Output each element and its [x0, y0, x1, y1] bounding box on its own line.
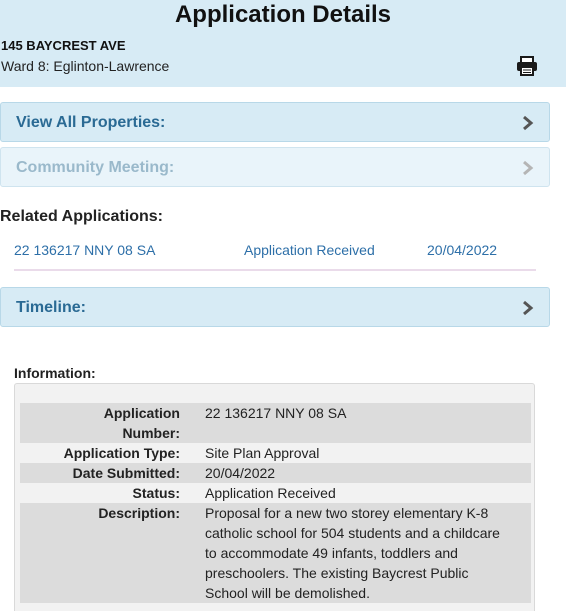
- page-title: Application Details: [174, 1, 392, 28]
- related-application-row: 22 136217 NNY 08 SA Application Received…: [14, 241, 536, 271]
- chevron-right-icon: [523, 160, 534, 176]
- info-value: 22 136217 NNY 08 SA: [180, 403, 531, 443]
- view-all-properties-label: View All Properties:: [16, 114, 166, 131]
- info-value: Site Plan Approval: [180, 443, 531, 463]
- community-meeting-accordion[interactable]: Community Meeting:: [0, 147, 550, 187]
- timeline-accordion[interactable]: Timeline:: [0, 287, 550, 327]
- page-header: Application Details 145 BAYCREST AVE War…: [0, 0, 566, 87]
- info-value: 20/04/2022: [180, 463, 531, 483]
- timeline-label: Timeline:: [16, 299, 86, 316]
- info-row-application-number: Application Number: 22 136217 NNY 08 SA: [20, 403, 531, 443]
- info-row-date-submitted: Date Submitted: 20/04/2022: [20, 463, 531, 483]
- info-value: Application Received: [180, 483, 531, 503]
- related-applications-heading: Related Applications:: [0, 208, 163, 225]
- info-row-application-type: Application Type: Site Plan Approval: [20, 443, 531, 463]
- info-label: Description:: [20, 503, 180, 603]
- info-row-description: Description: Proposal for a new two stor…: [20, 503, 531, 603]
- info-label: Application Type:: [20, 443, 180, 463]
- chevron-right-icon: [523, 115, 534, 131]
- related-application-date-link[interactable]: 20/04/2022: [427, 242, 497, 258]
- information-panel: Application Number: 22 136217 NNY 08 SA …: [14, 383, 535, 611]
- chevron-right-icon: [523, 300, 534, 316]
- info-label: Date Submitted:: [20, 463, 180, 483]
- printer-icon[interactable]: [516, 56, 538, 76]
- ward-label: Ward 8: Eglinton-Lawrence: [1, 58, 170, 74]
- related-application-status-link[interactable]: Application Received: [244, 242, 375, 258]
- view-all-properties-accordion[interactable]: View All Properties:: [0, 102, 550, 142]
- related-application-number-link[interactable]: 22 136217 NNY 08 SA: [14, 242, 155, 258]
- community-meeting-label: Community Meeting:: [16, 159, 175, 176]
- info-label: Application Number:: [20, 403, 180, 443]
- information-table: Application Number: 22 136217 NNY 08 SA …: [20, 403, 531, 603]
- info-label: Status:: [20, 483, 180, 503]
- info-row-status: Status: Application Received: [20, 483, 531, 503]
- info-value: Proposal for a new two storey elementary…: [180, 503, 531, 603]
- property-address: 145 BAYCREST AVE: [1, 38, 126, 53]
- information-heading: Information:: [14, 365, 96, 381]
